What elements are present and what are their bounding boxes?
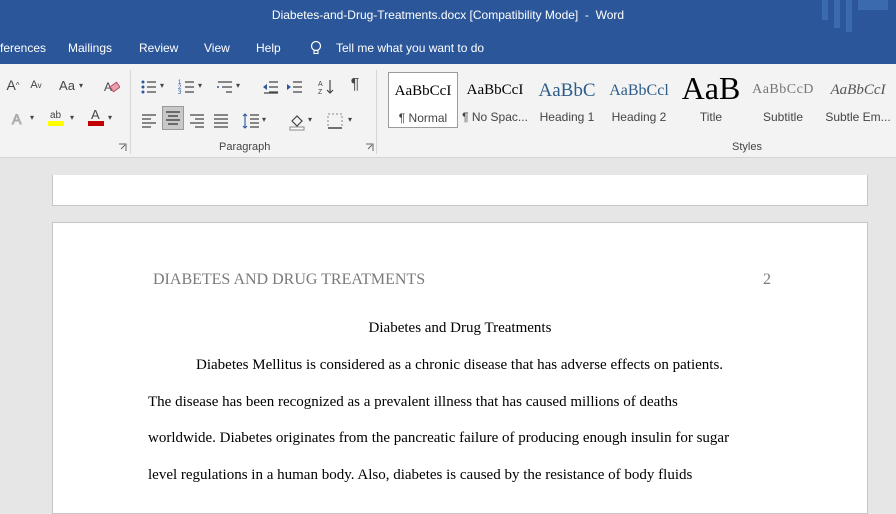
style-name: ¶ Normal — [398, 111, 448, 125]
multilevel-list-icon[interactable] — [216, 76, 234, 98]
style-sample: AaBbCcl — [609, 82, 669, 99]
style-no-spacing[interactable]: AaBbCcI ¶ No Spac... — [460, 72, 530, 128]
svg-text:Z: Z — [318, 89, 323, 96]
chevron-down-icon[interactable]: ▾ — [236, 74, 240, 96]
body-line: Diabetes Mellitus is considered as a chr… — [196, 357, 724, 373]
body-line: level regulations in a human body. Also,… — [148, 467, 693, 483]
styles-group-label: Styles — [732, 141, 762, 153]
group-separator — [376, 70, 377, 154]
chevron-down-icon[interactable]: ▾ — [70, 106, 74, 128]
style-sample: AaBbCcD — [752, 82, 814, 97]
chevron-down-icon[interactable]: ▾ — [308, 108, 312, 130]
svg-text:A: A — [318, 81, 323, 88]
document-page[interactable]: DIABETES AND DRUG TREATMENTS 2 Diabetes … — [52, 222, 868, 514]
paragraph-group-label: Paragraph — [219, 141, 271, 153]
shrink-font-icon[interactable]: Av — [28, 74, 44, 96]
justify-icon[interactable] — [212, 110, 230, 132]
highlight-icon[interactable]: ab — [46, 106, 68, 128]
svg-text:ab: ab — [50, 110, 62, 121]
shading-icon[interactable] — [288, 110, 306, 132]
running-head: DIABETES AND DRUG TREATMENTS — [153, 271, 426, 288]
show-formatting-marks-icon[interactable]: ¶ — [346, 74, 364, 96]
previous-page-bottom — [52, 175, 868, 206]
style-subtle-emphasis[interactable]: AaBbCcI Subtle Em... — [820, 72, 896, 128]
style-sample: AaBbCcI — [830, 82, 886, 98]
page-number: 2 — [763, 271, 771, 288]
style-name: Title — [699, 110, 723, 124]
title-bar: Diabetes-and-Drug-Treatments.docx [Compa… — [0, 0, 896, 32]
increase-indent-icon[interactable] — [286, 76, 304, 98]
change-case-button[interactable]: Aa ▾ — [56, 74, 86, 96]
paragraph-dialog-launcher-icon[interactable] — [365, 143, 374, 152]
clear-formatting-icon[interactable]: A — [102, 76, 120, 98]
tab-review[interactable]: Review — [139, 41, 178, 55]
chevron-down-icon[interactable]: ▾ — [198, 74, 202, 96]
numbering-icon[interactable]: 123 — [178, 76, 196, 98]
style-name: Heading 1 — [539, 110, 595, 124]
font-dialog-launcher-icon[interactable] — [118, 143, 127, 152]
body-line: worldwide. Diabetes originates from the … — [148, 430, 730, 446]
grow-font-icon[interactable]: A ^ — [5, 74, 21, 96]
style-name: ¶ No Spac... — [462, 110, 528, 124]
borders-icon[interactable] — [326, 110, 344, 132]
change-case-label: Aa — [59, 77, 75, 93]
chevron-down-icon[interactable]: ▾ — [30, 106, 34, 128]
ribbon-tabs: ferences Mailings Review View Help Tell … — [0, 32, 896, 64]
style-normal[interactable]: AaBbCcI ¶ Normal — [388, 72, 458, 128]
svg-text:A: A — [91, 107, 100, 122]
svg-text:3: 3 — [178, 90, 182, 96]
tab-view[interactable]: View — [204, 41, 230, 55]
style-name: Subtitle — [762, 110, 804, 124]
window-title: Diabetes-and-Drug-Treatments.docx [Compa… — [271, 8, 625, 22]
align-center-icon[interactable] — [162, 106, 184, 130]
sort-icon[interactable]: AZ — [318, 76, 336, 98]
style-title[interactable]: AaB Title — [676, 70, 746, 128]
tab-mailings[interactable]: Mailings — [68, 41, 112, 55]
style-heading-2[interactable]: AaBbCcl Heading 2 — [604, 72, 674, 128]
group-separator — [130, 70, 131, 154]
title-bar-decoration-icon — [822, 0, 888, 32]
body-line: The disease has been recognized as a pre… — [148, 394, 678, 410]
chevron-down-icon[interactable]: ▾ — [348, 108, 352, 130]
decrease-indent-icon[interactable] — [262, 76, 280, 98]
style-name: Heading 2 — [611, 110, 667, 124]
style-sample: AaBbCcI — [394, 83, 452, 99]
bullets-icon[interactable] — [140, 76, 158, 98]
lightbulb-icon[interactable] — [308, 40, 324, 56]
style-sample: AaB — [681, 70, 741, 106]
document-title: Diabetes and Drug Treatments — [368, 320, 552, 336]
ribbon: A ^ Av Aa ▾ A A ▾ ab ▾ A ▾ ▾ 123 ▾ ▾ A Z… — [0, 64, 896, 158]
style-sample: AaBbCcI — [466, 82, 524, 98]
align-right-icon[interactable] — [188, 110, 206, 132]
style-subtitle[interactable]: AaBbCcD Subtitle — [748, 72, 818, 128]
style-name: Subtle Em... — [825, 110, 891, 124]
line-spacing-icon[interactable] — [242, 110, 260, 132]
chevron-down-icon[interactable]: ▾ — [262, 108, 266, 130]
style-sample: AaBbC — [538, 80, 596, 101]
align-left-icon[interactable] — [140, 110, 158, 132]
tell-me-search[interactable]: Tell me what you want to do — [336, 41, 484, 55]
style-heading-1[interactable]: AaBbC Heading 1 — [532, 72, 602, 128]
chevron-down-icon: ▾ — [78, 80, 83, 90]
tab-references[interactable]: ferences — [0, 41, 46, 55]
text-effects-icon[interactable]: A — [10, 108, 28, 130]
font-color-icon[interactable]: A — [86, 106, 108, 128]
tab-help[interactable]: Help — [256, 41, 281, 55]
chevron-down-icon[interactable]: ▾ — [108, 106, 112, 128]
chevron-down-icon[interactable]: ▾ — [160, 74, 164, 96]
svg-text:A: A — [12, 111, 22, 127]
